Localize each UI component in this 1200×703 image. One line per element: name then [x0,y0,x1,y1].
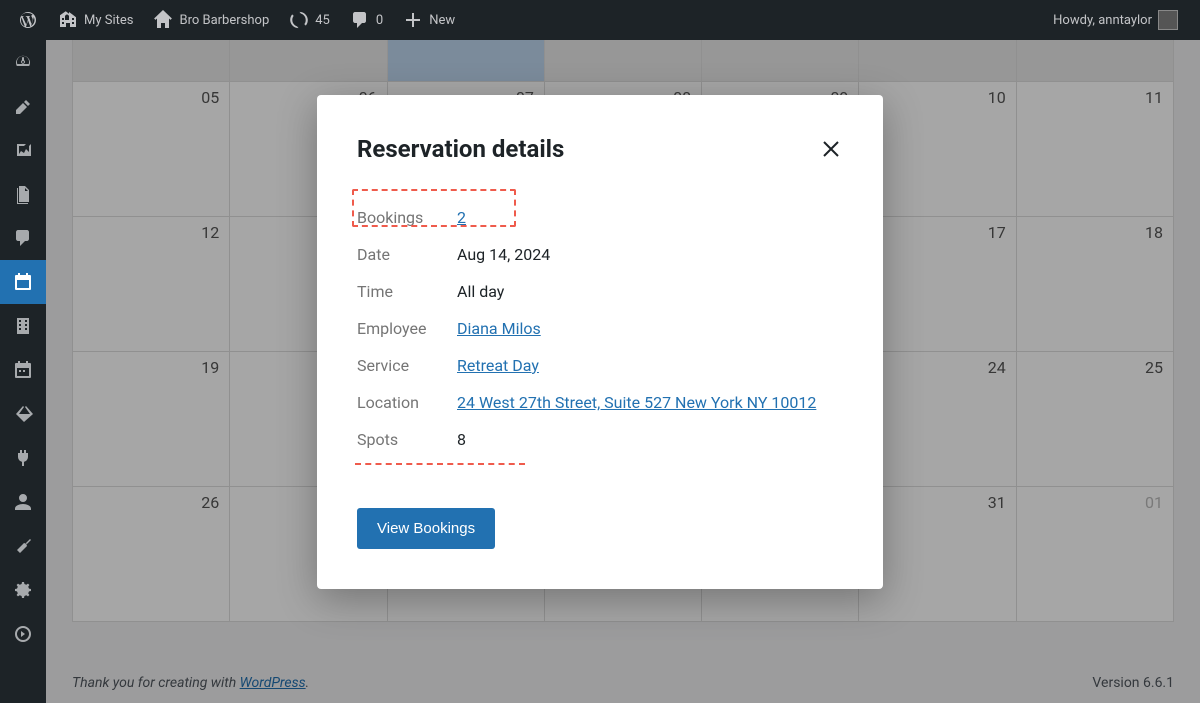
menu-appearance[interactable] [0,392,46,436]
comment-icon [350,10,370,30]
detail-row-spots: Spots 8 [357,421,843,458]
admin-sidebar [0,40,46,703]
greeting-text: Howdy, anntaylor [1053,13,1152,28]
menu-users[interactable] [0,480,46,524]
menu-tools[interactable] [0,524,46,568]
menu-pages[interactable] [0,172,46,216]
detail-value: Aug 14, 2024 [457,245,550,264]
menu-settings[interactable] [0,568,46,612]
plus-icon [403,10,423,30]
close-button[interactable] [819,137,843,161]
menu-calendar-alt[interactable] [0,348,46,392]
menu-calendar-bookings[interactable] [0,260,46,304]
detail-label: Employee [357,319,457,338]
comments-menu[interactable]: 0 [340,0,393,40]
menu-media[interactable] [0,128,46,172]
my-sites-menu[interactable]: My Sites [48,0,143,40]
my-account-menu[interactable]: Howdy, anntaylor [1043,0,1188,40]
avatar [1158,10,1178,30]
updates-menu[interactable]: 45 [279,0,340,40]
menu-posts[interactable] [0,84,46,128]
admin-toolbar: My Sites Bro Barbershop 45 0 New [0,0,1200,40]
detail-label: Spots [357,430,457,449]
reservation-details-modal: Reservation details Bookings 2 Date Aug … [317,95,883,589]
detail-label: Date [357,245,457,264]
comments-count: 0 [376,13,383,28]
home-icon [153,10,173,30]
modal-title: Reservation details [357,135,564,163]
site-name-label: Bro Barbershop [179,13,269,28]
detail-label: Service [357,356,457,375]
detail-row-location: Location 24 West 27th Street, Suite 527 … [357,384,843,421]
detail-label: Time [357,282,457,301]
menu-collapse[interactable] [0,612,46,656]
detail-label: Bookings [357,208,457,227]
view-bookings-button[interactable]: View Bookings [357,508,495,549]
wordpress-icon [18,10,38,30]
detail-row-time: Time All day [357,273,843,310]
annotation-highlight [355,463,525,465]
menu-dashboard[interactable] [0,40,46,84]
detail-row-employee: Employee Diana Milos [357,310,843,347]
updates-count: 45 [315,13,330,28]
new-label: New [429,13,455,28]
detail-row-bookings: Bookings 2 [357,199,843,236]
detail-row-date: Date Aug 14, 2024 [357,236,843,273]
location-link[interactable]: 24 West 27th Street, Suite 527 New York … [457,393,816,412]
my-sites-label: My Sites [84,13,133,28]
menu-locations[interactable] [0,304,46,348]
menu-comments[interactable] [0,216,46,260]
employee-link[interactable]: Diana Milos [457,319,541,338]
detail-row-service: Service Retreat Day [357,347,843,384]
new-content-menu[interactable]: New [393,0,465,40]
detail-label: Location [357,393,457,412]
admin-multisite-icon [58,10,78,30]
detail-value: All day [457,282,504,301]
service-link[interactable]: Retreat Day [457,356,539,375]
wp-logo-menu[interactable] [8,0,48,40]
detail-value: 8 [457,430,466,449]
site-name-menu[interactable]: Bro Barbershop [143,0,279,40]
bookings-count-link[interactable]: 2 [457,208,466,227]
reservation-detail-list: Bookings 2 Date Aug 14, 2024 Time All da… [357,199,843,458]
menu-plugins[interactable] [0,436,46,480]
update-icon [289,10,309,30]
